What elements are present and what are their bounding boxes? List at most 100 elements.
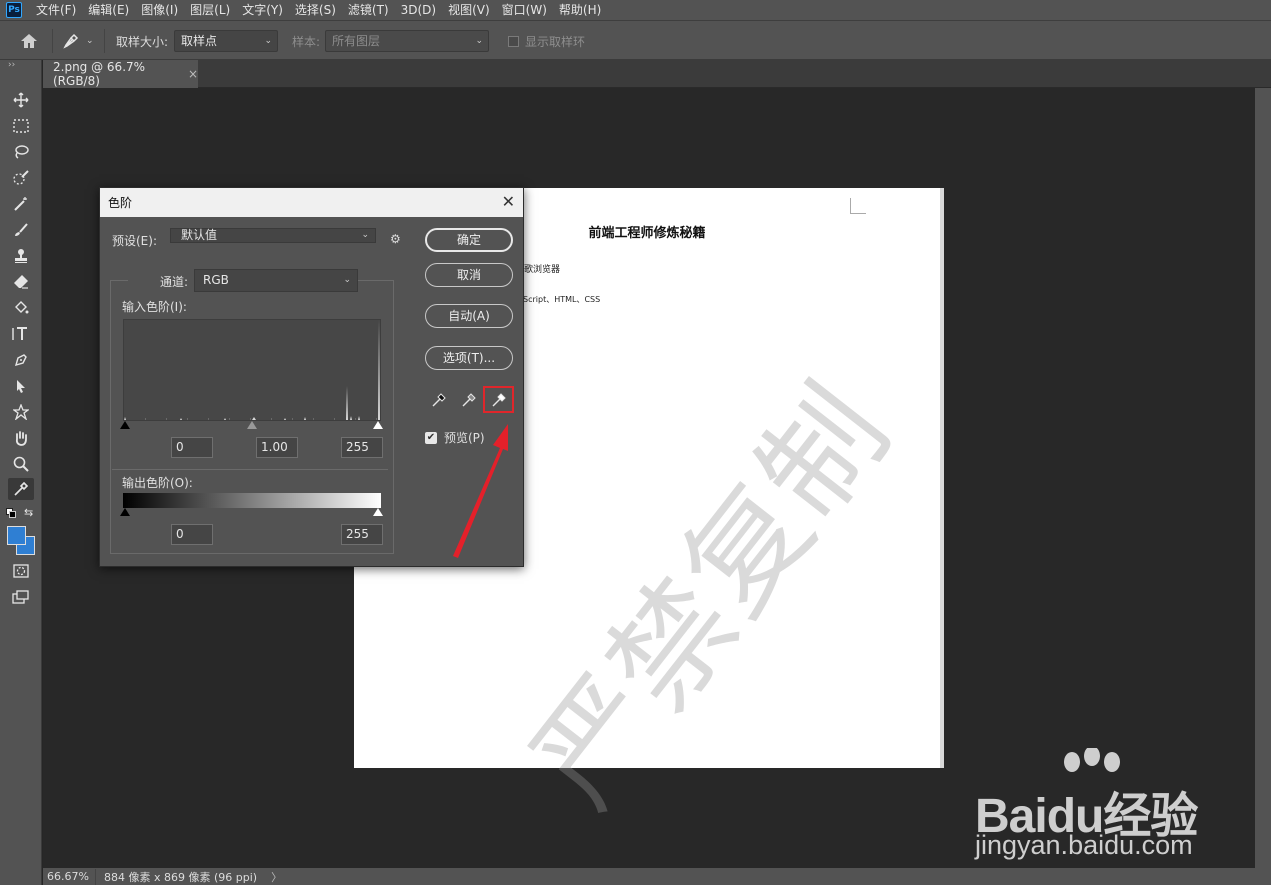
show-sampling-ring-checkbox[interactable]: 显示取样环 (508, 21, 585, 61)
preset-label: 预设(E): (112, 234, 157, 248)
default-colors-icon[interactable] (6, 508, 16, 518)
sample-size-label: 取样大小: (116, 34, 169, 49)
hand-tool[interactable] (8, 427, 34, 449)
stamp-tool[interactable] (8, 245, 34, 267)
levels-dialog: 色阶 ✕ 预设(E): 默认值 ⌄ ⚙ 通道: RGB ⌄ 输入色阶(I): 0… (99, 187, 524, 567)
menu-filter[interactable]: 滤镜(T) (342, 0, 395, 20)
baidu-url-text: jingyan.baidu.com (975, 830, 1193, 860)
quick-selection-icon (13, 170, 29, 185)
document-tab[interactable]: 2.png @ 66.7%(RGB/8) × (43, 60, 198, 88)
output-levels-label: 输出色阶(O): (122, 476, 193, 490)
document-line-2: Script、HTML、CSS (523, 295, 601, 304)
collapse-panel-icon[interactable]: ›› (8, 60, 15, 70)
status-menu-arrow[interactable]: 〉 (271, 869, 282, 885)
type-tool[interactable] (8, 323, 34, 345)
menu-3d[interactable]: 3D(D) (395, 0, 442, 20)
screen-mode-button[interactable] (8, 586, 34, 608)
photoshop-logo: Ps (6, 2, 22, 18)
output-white-slider[interactable] (373, 508, 383, 516)
menu-window[interactable]: 窗口(W) (496, 0, 553, 20)
home-button[interactable] (20, 21, 38, 61)
foreground-color-swatch[interactable] (7, 526, 26, 545)
black-point-eyedropper[interactable] (425, 387, 453, 413)
menu-help[interactable]: 帮助(H) (553, 0, 607, 20)
tool-preset-picker[interactable]: ⌄ (62, 21, 94, 61)
dialog-titlebar[interactable]: 色阶 ✕ (100, 188, 523, 217)
move-icon (13, 92, 29, 108)
checkbox-box (508, 35, 519, 47)
eyedropper-icon (63, 33, 79, 49)
input-black-field[interactable]: 0 (171, 437, 213, 458)
close-icon[interactable]: ✕ (502, 193, 515, 211)
input-white-field[interactable]: 255 (341, 437, 383, 458)
gray-eyedropper-icon (462, 393, 476, 407)
menu-type[interactable]: 文字(Y) (236, 0, 289, 20)
chevron-down-icon: ⌄ (475, 36, 483, 46)
sample-size-select[interactable]: 取样点 ⌄ (174, 30, 278, 52)
menu-file[interactable]: 文件(F) (30, 0, 82, 20)
home-icon (21, 34, 37, 48)
watermark-text: 严禁复制 (506, 361, 917, 832)
channel-select[interactable]: RGB ⌄ (194, 269, 358, 292)
ok-button[interactable]: 确定 (425, 228, 513, 252)
menu-view[interactable]: 视图(V) (442, 0, 496, 20)
zoom-icon (13, 456, 29, 472)
options-bar: ⌄ 取样大小: 取样点 ⌄ 样本: 所有图层 ⌄ 显示取样环 (0, 20, 1271, 60)
preset-options-gear-icon[interactable]: ⚙ (390, 232, 401, 246)
gray-point-eyedropper[interactable] (455, 387, 483, 413)
options-button[interactable]: 选项(T)... (425, 346, 513, 370)
close-tab-icon[interactable]: × (188, 67, 198, 81)
chevron-down-icon: ⌄ (361, 230, 369, 240)
preset-select[interactable]: 默认值 ⌄ (170, 228, 376, 243)
show-ring-label: 显示取样环 (525, 34, 586, 49)
quick-selection-tool[interactable] (8, 167, 34, 189)
menu-image[interactable]: 图像(I) (135, 0, 184, 20)
lasso-tool[interactable] (8, 141, 34, 163)
crop-mark (850, 198, 866, 214)
eraser-tool[interactable] (8, 271, 34, 293)
input-black-slider[interactable] (120, 421, 130, 429)
black-eyedropper-icon (432, 393, 446, 407)
right-panel-strip (1255, 88, 1271, 885)
preview-checkbox[interactable]: ✔ (425, 432, 437, 444)
baidu-jingyan-watermark: Baidu经验 jingyan.baidu.com (975, 748, 1215, 870)
auto-button[interactable]: 自动(A) (425, 304, 513, 328)
marquee-tool[interactable] (8, 115, 34, 137)
paint-bucket-tool[interactable] (8, 297, 34, 319)
menu-layer[interactable]: 图层(L) (184, 0, 236, 20)
magic-wand-icon (14, 197, 27, 211)
arrow-cursor-icon (17, 380, 25, 393)
input-gamma-field[interactable]: 1.00 (256, 437, 298, 458)
white-point-eyedropper[interactable] (483, 386, 514, 413)
output-black-slider[interactable] (120, 508, 130, 516)
brush-tool[interactable] (8, 219, 34, 241)
output-white-field[interactable]: 255 (341, 524, 383, 545)
menu-edit[interactable]: 编辑(E) (82, 0, 135, 20)
input-levels-label: 输入色阶(I): (122, 300, 187, 314)
eyedropper-tool[interactable] (8, 478, 34, 500)
path-selection-tool[interactable] (8, 375, 34, 397)
sample-label: 样本: (292, 34, 321, 49)
input-gamma-slider[interactable] (247, 421, 257, 429)
swap-colors-icon[interactable]: ⇆ (24, 506, 33, 519)
document-tabs: 2.png @ 66.7%(RGB/8) × (43, 60, 1271, 88)
sample-select[interactable]: 所有图层 ⌄ (325, 30, 489, 52)
custom-shape-tool[interactable] (8, 401, 34, 423)
move-tool[interactable] (8, 89, 34, 111)
output-black-field[interactable]: 0 (171, 524, 213, 545)
quick-mask-button[interactable] (8, 560, 34, 582)
cancel-button[interactable]: 取消 (425, 263, 513, 287)
stamp-icon (15, 249, 27, 263)
object-selection-tool[interactable] (8, 193, 34, 215)
pen-tool[interactable] (8, 349, 34, 371)
document-tab-title: 2.png @ 66.7%(RGB/8) (53, 60, 146, 88)
menu-select[interactable]: 选择(S) (289, 0, 342, 20)
screen-mode-icon (12, 590, 29, 604)
input-white-slider[interactable] (373, 421, 383, 429)
zoom-readout[interactable]: 66.67% (43, 870, 95, 883)
lasso-icon (15, 145, 29, 159)
chevron-down-icon: ⌄ (343, 275, 351, 285)
vertical-type-icon (12, 327, 27, 340)
white-eyedropper-icon (492, 392, 506, 406)
zoom-tool[interactable] (8, 453, 34, 475)
